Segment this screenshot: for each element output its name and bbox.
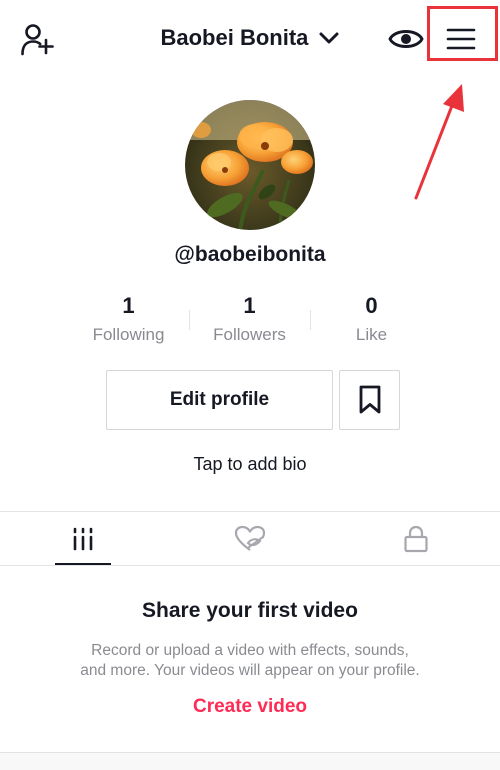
chevron-down-icon	[319, 32, 339, 44]
favorites-button[interactable]	[339, 370, 400, 430]
stat-label: Following	[92, 325, 165, 344]
stat-value: 0	[365, 293, 378, 318]
tab-videos[interactable]	[0, 512, 166, 566]
tab-private[interactable]	[333, 512, 499, 566]
bottom-edge	[0, 752, 500, 770]
content-tabs	[0, 511, 500, 566]
profile-handle: @baobeibonita	[174, 243, 326, 266]
stat-value: 1	[243, 293, 256, 318]
eye-icon[interactable]	[388, 25, 424, 53]
lock-icon	[404, 525, 428, 553]
annotation-arrow-icon	[414, 84, 464, 200]
stat-following[interactable]: 1 Following	[68, 292, 189, 345]
description-line: Record or upload a video with effects, s…	[91, 642, 409, 659]
stat-label: Followers	[213, 325, 286, 344]
top-bar: Baobei Bonita	[0, 0, 500, 200]
stat-label: Like	[355, 325, 388, 344]
tab-liked[interactable]	[167, 512, 333, 566]
active-tab-indicator	[55, 563, 111, 565]
page-title: Baobei Bonita	[160, 25, 309, 51]
create-video-link[interactable]: Create video	[0, 696, 500, 718]
empty-state-description: Record or upload a video with effects, s…	[50, 641, 450, 681]
empty-state-title: Share your first video	[142, 599, 358, 622]
edit-profile-label: Edit profile	[169, 389, 270, 410]
stat-likes[interactable]: 0 Like	[311, 292, 432, 345]
add-bio-prompt[interactable]: Tap to add bio	[0, 454, 500, 475]
bookmark-icon	[359, 385, 380, 414]
stat-followers[interactable]: 1 Followers	[189, 292, 310, 345]
stat-value: 1	[122, 293, 135, 318]
grid-icon	[73, 527, 93, 551]
profile-stats: 1 Following 1 Followers 0 Like	[68, 292, 432, 352]
liked-hidden-icon	[234, 525, 266, 551]
hamburger-menu-icon[interactable]	[446, 27, 476, 51]
account-switcher[interactable]: Baobei Bonita	[0, 24, 500, 51]
avatar[interactable]	[185, 100, 315, 230]
avatar-flowers-image	[185, 100, 315, 230]
description-line: and more. Your videos will appear on you…	[80, 662, 420, 679]
edit-profile-button[interactable]: Edit profile	[106, 370, 333, 430]
